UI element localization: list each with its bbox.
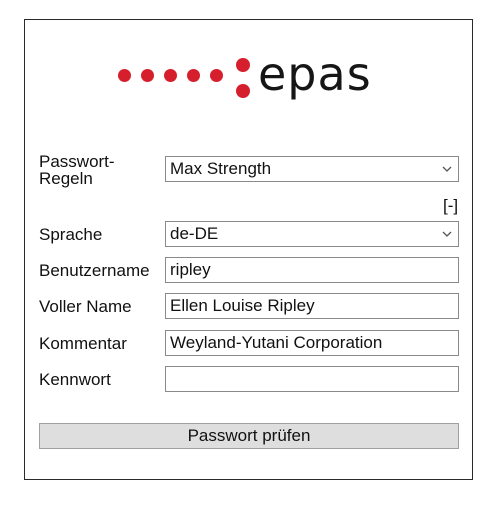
comment-field[interactable] [165, 330, 459, 356]
logo-dot [164, 69, 177, 82]
language-selected: de-DE [170, 224, 219, 243]
chevron-down-icon [442, 166, 452, 172]
logo-dot [236, 84, 250, 98]
logo-dot [141, 69, 154, 82]
username-label: Benutzername [39, 261, 150, 280]
logo-dot [187, 69, 200, 82]
logo-dot [118, 69, 131, 82]
logo-dot [236, 58, 250, 72]
password-rules-label: Passwort-Regeln [39, 152, 115, 188]
chevron-down-icon [442, 231, 452, 237]
password-rules-selected: Max Strength [170, 159, 272, 178]
full-name-label: Voller Name [39, 297, 132, 316]
epas-logo: epas [118, 47, 383, 104]
full-name-field[interactable] [165, 293, 459, 319]
check-password-button[interactable]: Passwort prüfen [39, 423, 459, 449]
logo-dot [210, 69, 223, 82]
comment-label: Kommentar [39, 334, 127, 353]
logo-wordmark: epas [258, 47, 372, 101]
language-select[interactable]: de-DE [165, 221, 459, 247]
language-label: Sprache [39, 225, 103, 244]
password-rules-collapse-toggle[interactable]: [-] [443, 196, 458, 215]
password-label: Kennwort [39, 370, 111, 389]
password-rules-select[interactable]: Max Strength [165, 156, 459, 182]
username-field[interactable] [165, 257, 459, 283]
password-field[interactable] [165, 366, 459, 392]
